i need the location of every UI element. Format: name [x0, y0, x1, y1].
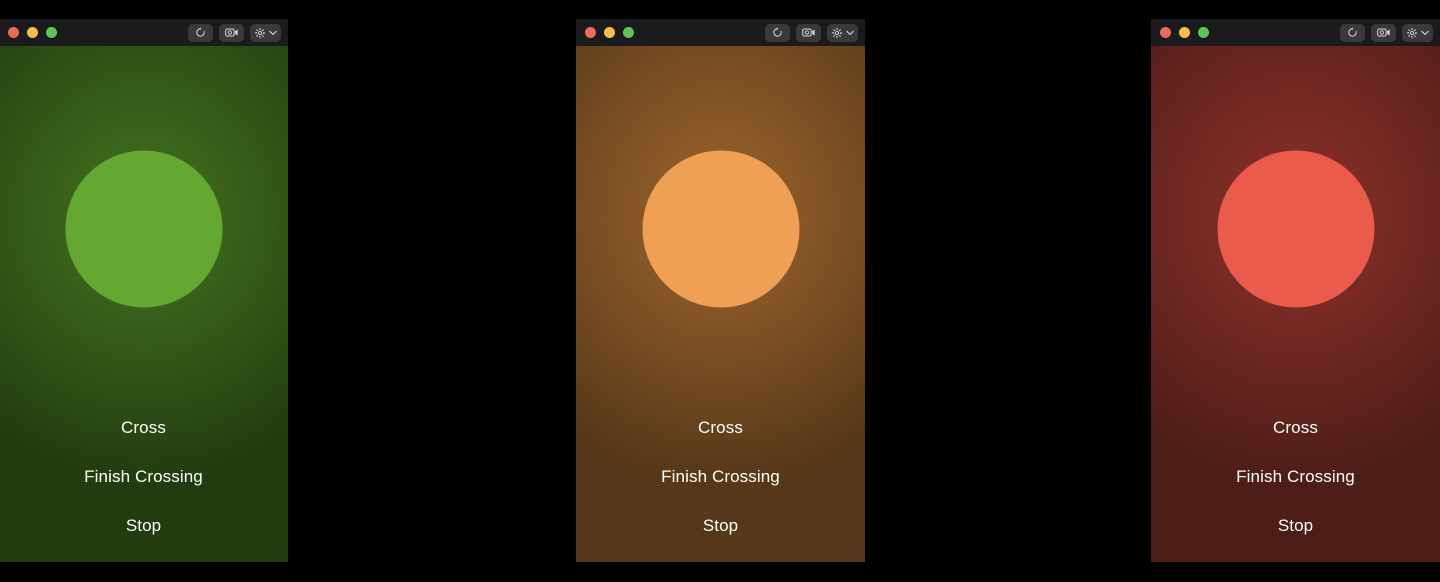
label-finish-crossing: Finish Crossing [661, 467, 780, 486]
traffic-light-group [8, 27, 57, 38]
close-button[interactable] [8, 27, 19, 38]
action-label-group: Cross Finish Crossing Stop [0, 419, 288, 562]
record-button[interactable] [796, 23, 821, 42]
traffic-light-group [585, 27, 634, 38]
gear-icon [831, 27, 843, 38]
rotate-button[interactable] [1340, 23, 1365, 42]
settings-button[interactable] [1402, 23, 1433, 42]
rotate-icon [196, 27, 205, 37]
minimize-button[interactable] [604, 27, 615, 38]
close-button[interactable] [1160, 27, 1171, 38]
label-stop: Stop [702, 516, 739, 535]
video-icon [224, 28, 238, 37]
traffic-light-group [1160, 27, 1209, 38]
titlebar-button-group [1340, 23, 1433, 42]
settings-button[interactable] [250, 23, 281, 42]
desktop-background: Cross Finish Crossing Stop Cross Finish … [0, 0, 1440, 582]
close-button[interactable] [585, 27, 596, 38]
traffic-lamp[interactable] [642, 150, 799, 308]
action-label-group: Cross Finish Crossing Stop [1151, 419, 1440, 562]
gear-icon [1406, 27, 1418, 38]
action-label-group: Cross Finish Crossing Stop [576, 419, 865, 562]
titlebar-button-group [765, 23, 858, 42]
label-stop: Stop [125, 516, 162, 535]
rotate-button[interactable] [765, 23, 790, 42]
simulator-window-red[interactable]: Cross Finish Crossing Stop [1151, 19, 1440, 562]
video-icon [1376, 28, 1390, 37]
label-cross: Cross [121, 418, 166, 437]
label-stop: Stop [1277, 516, 1314, 535]
settings-button[interactable] [827, 23, 858, 42]
window-titlebar[interactable] [1151, 19, 1440, 46]
titlebar-button-group [188, 23, 281, 42]
gear-icon [254, 27, 266, 38]
rotate-button[interactable] [188, 23, 213, 42]
simulator-window-green[interactable]: Cross Finish Crossing Stop [0, 19, 288, 562]
chevron-down-icon [1421, 30, 1429, 35]
label-cross: Cross [1273, 418, 1318, 437]
zoom-button[interactable] [46, 27, 57, 38]
chevron-down-icon [846, 30, 854, 35]
traffic-lamp[interactable] [65, 150, 222, 308]
rotate-icon [1348, 27, 1357, 37]
record-button[interactable] [219, 23, 244, 42]
label-finish-crossing: Finish Crossing [1236, 467, 1355, 486]
zoom-button[interactable] [1198, 27, 1209, 38]
record-button[interactable] [1371, 23, 1396, 42]
device-screen[interactable]: Cross Finish Crossing Stop [1151, 46, 1440, 562]
rotate-icon [773, 27, 782, 37]
video-icon [801, 28, 815, 37]
window-titlebar[interactable] [576, 19, 865, 46]
minimize-button[interactable] [1179, 27, 1190, 38]
label-finish-crossing: Finish Crossing [84, 467, 203, 486]
traffic-lamp[interactable] [1217, 150, 1374, 308]
label-cross: Cross [698, 418, 743, 437]
simulator-window-orange[interactable]: Cross Finish Crossing Stop [576, 19, 865, 562]
device-screen[interactable]: Cross Finish Crossing Stop [576, 46, 865, 562]
device-screen[interactable]: Cross Finish Crossing Stop [0, 46, 288, 562]
chevron-down-icon [269, 30, 277, 35]
minimize-button[interactable] [27, 27, 38, 38]
zoom-button[interactable] [623, 27, 634, 38]
window-titlebar[interactable] [0, 19, 288, 46]
